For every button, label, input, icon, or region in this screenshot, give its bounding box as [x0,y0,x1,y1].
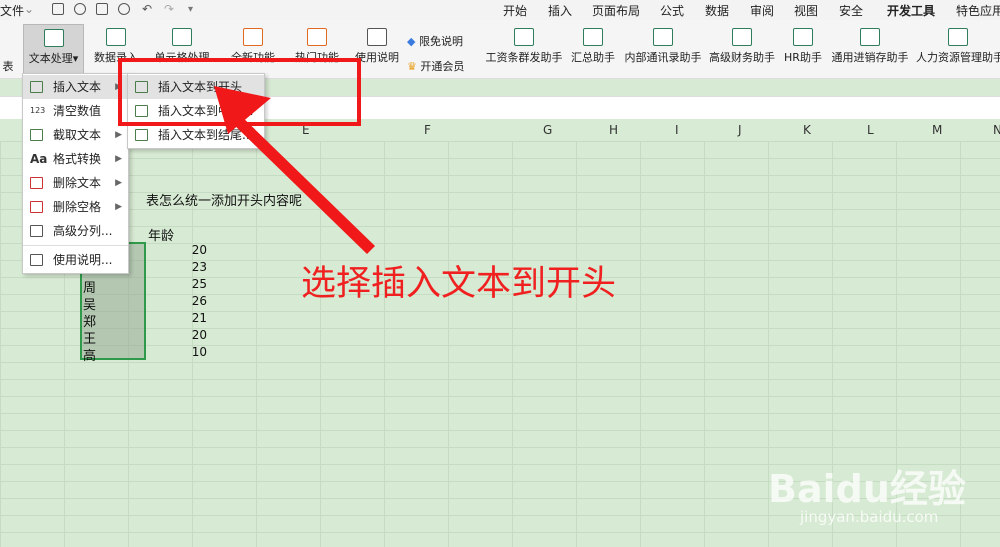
watermark-url: jingyan.baidu.com [800,508,939,526]
annotation-text: 选择插入文本到开头 [301,264,617,304]
watermark-brand: Baidu经验 [768,467,966,511]
